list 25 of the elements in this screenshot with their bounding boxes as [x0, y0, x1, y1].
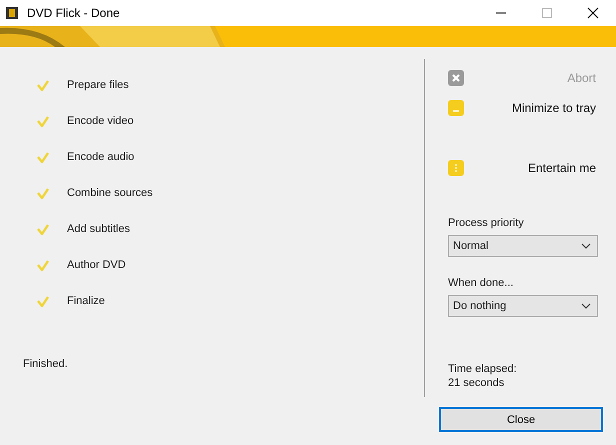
field-label: Process priority: [448, 217, 525, 229]
entertain-button[interactable]: Entertain me: [528, 161, 598, 175]
step-label: Encode audio: [67, 151, 134, 163]
close-button[interactable]: Close: [439, 407, 603, 432]
chevron-icon: [581, 303, 591, 309]
close-icon: [448, 70, 464, 86]
when-done-dropdown[interactable]: Do nothing: [448, 295, 598, 317]
step-label: Author DVD: [67, 259, 126, 271]
step-label: Combine sources: [67, 187, 153, 199]
time-value: 21 seconds: [448, 377, 506, 389]
chevron-icon: [581, 243, 591, 249]
step-label: Encode video: [67, 115, 134, 127]
field-label: When done...: [448, 277, 514, 289]
dots-icon: [448, 160, 464, 176]
close-icon[interactable]: [587, 7, 599, 19]
step-label: Prepare files: [67, 79, 129, 91]
minimize-icon: [448, 100, 464, 116]
step-label: Finalize: [67, 295, 105, 307]
minimize-button[interactable]: Minimize to tray: [512, 101, 598, 115]
time-label: Time elapsed:: [448, 363, 518, 375]
priority-dropdown[interactable]: Normal: [448, 235, 598, 257]
film-icon: [5, 6, 19, 20]
window-title: DVD Flick - Done: [27, 6, 120, 20]
step-label: Add subtitles: [67, 223, 130, 235]
status-text: Finished.: [22, 358, 69, 370]
